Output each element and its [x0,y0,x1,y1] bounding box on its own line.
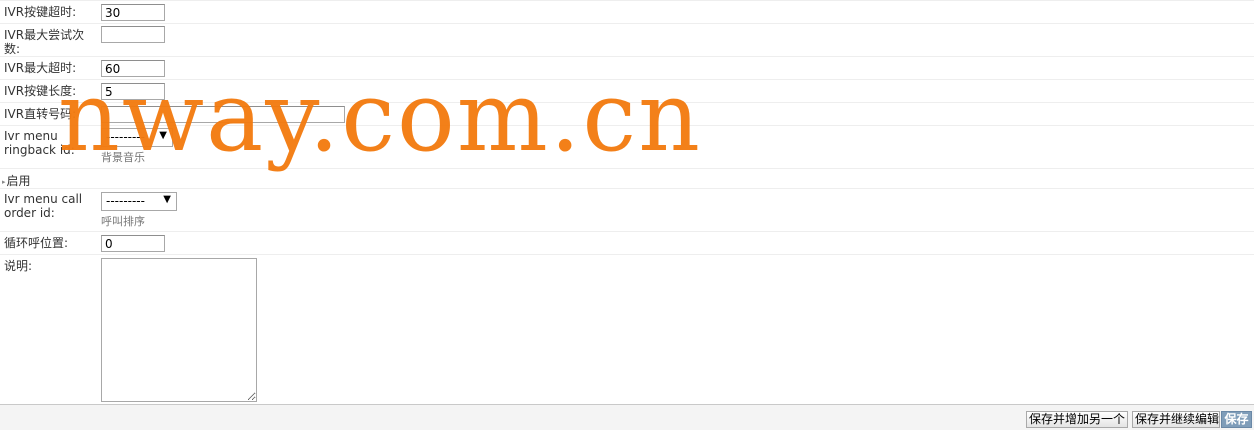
loop-position-label: 循环呼位置: [4,236,69,250]
loop-position-input[interactable] [101,235,165,252]
form-row-ringback: Ivr menu ringback id: --------- ▼ 背景音乐 [0,125,1254,168]
ringback-selected-value: --------- [106,130,145,144]
ringback-help-text: 背景音乐 [101,151,145,164]
description-textarea[interactable] [101,258,257,402]
call-order-help-text: 呼叫排序 [101,215,145,228]
max-timeout-label: IVR最大超时: [4,61,77,75]
save-continue-button[interactable]: 保存并继续编辑 [1132,411,1220,428]
form-row-direct-number: IVR直转号码: [0,102,1254,125]
chevron-down-icon: ▼ [159,130,167,141]
call-order-select[interactable]: --------- ▼ [101,192,177,211]
form-row-key-timeout: IVR按键超时: [0,0,1254,23]
key-timeout-input[interactable] [101,4,165,21]
direct-number-label: IVR直转号码: [4,107,77,121]
max-attempts-input[interactable] [101,26,165,43]
direct-number-input[interactable] [101,106,345,123]
form-row-key-length: IVR按键长度: [0,79,1254,102]
save-button[interactable]: 保存 [1221,411,1252,428]
triangle-right-icon: ▸ [2,177,6,186]
form-row-loop-position: 循环呼位置: [0,231,1254,254]
submit-row: 保存并增加另一个 保存并继续编辑 保存 [0,404,1254,430]
save-add-another-button[interactable]: 保存并增加另一个 [1026,411,1128,428]
form-row-description: 说明: [0,254,1254,404]
key-length-label: IVR按键长度: [4,84,77,98]
call-order-selected-value: --------- [106,194,145,208]
ivr-form: IVR按键超时: IVR最大尝试次数: IVR最大超时: IVR按键长度: IV… [0,0,1254,404]
section-enable[interactable]: ▸启用 [0,168,1254,188]
ringback-label: Ivr menu ringback id: [4,129,75,157]
key-timeout-label: IVR按键超时: [4,5,77,19]
max-attempts-label: IVR最大尝试次数: [4,28,85,56]
form-row-max-timeout: IVR最大超时: [0,56,1254,79]
ringback-select[interactable]: --------- ▼ [101,128,173,147]
section-enable-title: ▸启用 [2,172,31,189]
form-row-call-order: Ivr menu call order id: --------- ▼ 呼叫排序 [0,188,1254,231]
key-length-input[interactable] [101,83,165,100]
section-title-text: 启用 [6,174,31,188]
call-order-label: Ivr menu call order id: [4,192,83,220]
max-timeout-input[interactable] [101,60,165,77]
chevron-down-icon: ▼ [163,194,171,205]
form-row-max-attempts: IVR最大尝试次数: [0,23,1254,56]
description-label: 说明: [4,259,33,273]
